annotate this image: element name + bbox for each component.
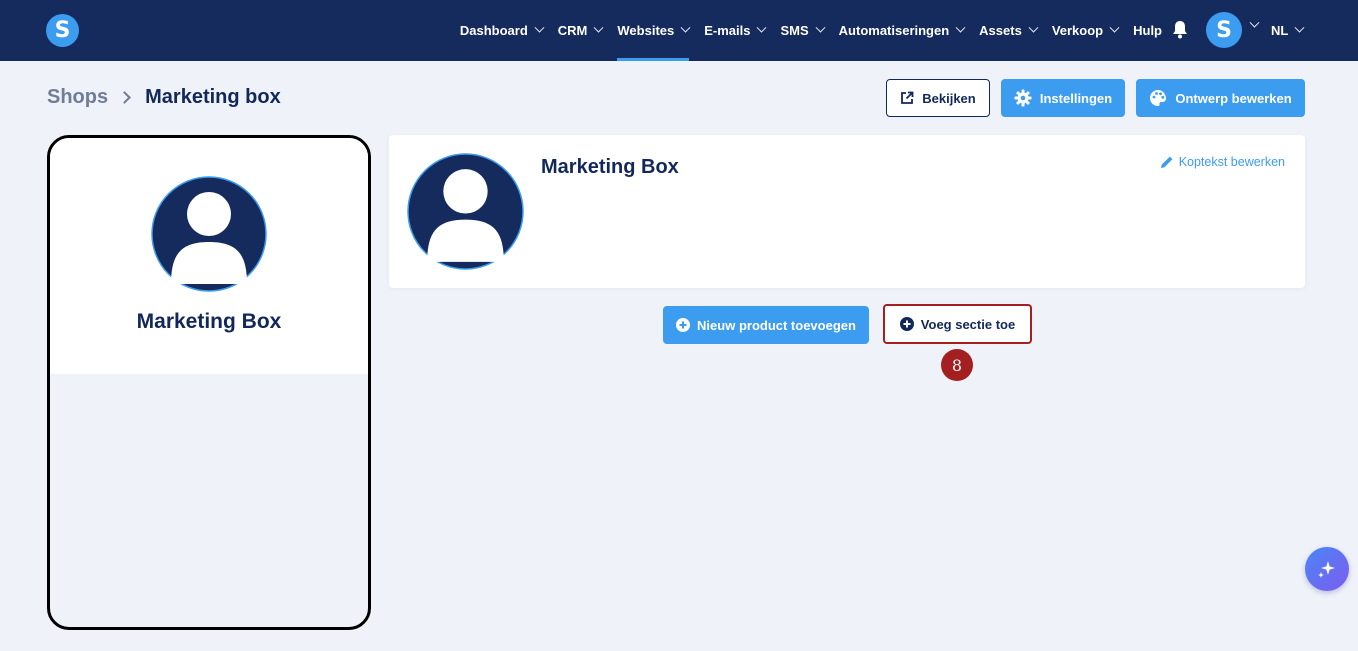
chevron-down-icon [1109,22,1120,33]
chevron-down-icon [680,22,691,33]
chevron-down-icon [815,22,826,33]
settings-button[interactable]: Instellingen [1001,79,1125,117]
nav-item-label: Hulp [1133,23,1162,38]
view-button[interactable]: Bekijken [886,79,990,117]
pencil-icon [1160,156,1173,168]
chevron-down-icon [593,22,604,33]
nav-item-label: Assets [979,23,1022,38]
chevron-down-icon[interactable] [1249,17,1260,28]
chevron-down-icon [757,22,767,33]
nav-item-label: Verkoop [1051,23,1104,38]
main-nav: Dashboard CRM Websites E-mails SMS Automatise… [460,0,1162,61]
nav-item-dashboard[interactable]: Dashboard [459,0,545,61]
language-selector[interactable]: NL [1271,0,1305,61]
edit-design-button[interactable]: Ontwerp bewerken [1136,79,1305,117]
chevron-down-icon [534,22,545,33]
language-label: NL [1271,23,1289,38]
nav-item-automatiseringen[interactable]: Automatiseringen [838,0,966,61]
gear-icon [1014,89,1032,107]
add-section-button[interactable]: Voeg sectie toe [883,304,1032,344]
user-avatar[interactable]: S [1206,12,1242,48]
step-badge: 8 [941,349,973,381]
breadcrumb-shops-link[interactable]: Shops [47,86,108,109]
nav-item-label: E-mails [704,23,751,38]
edit-header-link[interactable]: Koptekst bewerken [1160,155,1285,169]
chevron-right-icon [118,91,131,104]
plus-circle-icon [899,317,914,331]
shop-name: Marketing Box [541,156,679,178]
top-navbar: S Dashboard CRM Websites E-mails SMS Automati… [0,0,1358,61]
palette-icon [1150,90,1167,106]
nav-item-label: Websites [617,23,675,38]
page-title: Marketing box [145,86,281,108]
app-logo[interactable]: S [46,14,79,47]
external-link-icon [901,91,914,104]
bell-icon[interactable] [1171,20,1189,39]
nav-item-websites[interactable]: Websites [617,0,691,61]
user-avatar-icon[interactable] [407,153,524,270]
preview-header-card: Marketing Box [50,138,368,374]
edit-design-button-label: Ontwerp bewerken [1175,90,1292,106]
nav-item-label: SMS [780,23,809,38]
edit-header-label: Koptekst bewerken [1178,155,1285,169]
chevron-down-icon [1294,22,1305,33]
add-product-button[interactable]: Nieuw product toevoegen [663,306,869,344]
nav-item-hulp[interactable]: Hulp [1133,0,1162,61]
nav-item-crm[interactable]: CRM [557,0,604,61]
nav-item-assets[interactable]: Assets [979,0,1039,61]
nav-item-verkoop[interactable]: Verkoop [1051,0,1120,61]
add-product-label: Nieuw product toevoegen [697,317,856,333]
ai-assistant-button[interactable] [1305,547,1349,591]
nav-item-label: Dashboard [459,23,528,38]
breadcrumb: Shops Marketing box [47,86,281,109]
nav-item-label: CRM [557,23,588,38]
chevron-down-icon [955,22,966,33]
nav-item-label: Automatiseringen [838,23,950,38]
shop-header-card: Marketing Box Koptekst bewerken [389,135,1305,288]
nav-item-e-mails[interactable]: E-mails [704,0,767,61]
user-avatar-icon [151,176,267,292]
settings-button-label: Instellingen [1039,90,1113,106]
preview-shop-name: Marketing Box [136,310,282,333]
plus-circle-icon [676,318,691,332]
add-section-label: Voeg sectie toe [920,316,1016,332]
view-button-label: Bekijken [922,90,976,106]
mobile-preview: Marketing Box [47,135,371,630]
sparkle-icon [1318,561,1335,578]
chevron-down-icon [1028,22,1039,33]
nav-item-sms[interactable]: SMS [780,0,826,61]
